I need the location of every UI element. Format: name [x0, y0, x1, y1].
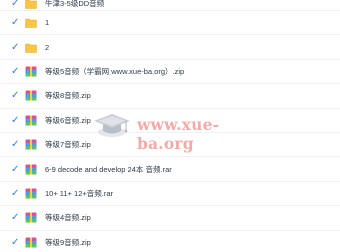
file-name[interactable]: 等级5音频（学霸网 www.xue-ba.org）.zip	[45, 66, 184, 77]
checkbox-checked-icon[interactable]: ✓	[11, 115, 20, 125]
file-list: ✓ 牛津3-5级DD音频 ✓ 1 ✓ 2 ✓ 等级5音频（学霸网 www.xue…	[0, 0, 340, 252]
archive-icon	[25, 115, 37, 126]
checkbox-checked-icon[interactable]: ✓	[11, 66, 20, 76]
checkbox-checked-icon[interactable]: ✓	[11, 91, 20, 101]
file-row[interactable]: ✓ 等级4音频.zip	[0, 206, 340, 231]
file-name[interactable]: 等级7音频.zip	[45, 139, 91, 150]
file-row[interactable]: ✓ 2	[0, 35, 340, 60]
file-name[interactable]: 等级9音频.zip	[45, 237, 91, 248]
checkbox-checked-icon[interactable]: ✓	[11, 237, 20, 247]
file-name[interactable]: 2	[45, 43, 49, 52]
checkbox-checked-icon[interactable]: ✓	[11, 42, 20, 52]
file-name[interactable]: 6-9 decode and develop 24本 音频.rar	[45, 164, 172, 175]
folder-icon	[25, 18, 37, 28]
checkbox-checked-icon[interactable]: ✓	[11, 164, 20, 174]
file-row[interactable]: ✓ 10+ 11+ 12+音频.rar	[0, 182, 340, 207]
archive-icon	[25, 66, 37, 77]
checkbox-checked-icon[interactable]: ✓	[11, 188, 20, 198]
archive-icon	[25, 188, 37, 199]
file-row[interactable]: ✓ 牛津3-5级DD音频	[0, 0, 340, 11]
file-row[interactable]: ✓ 6-9 decode and develop 24本 音频.rar	[0, 157, 340, 182]
archive-icon	[25, 237, 37, 248]
file-row[interactable]: ✓ 等级5音频（学霸网 www.xue-ba.org）.zip	[0, 60, 340, 85]
file-name[interactable]: 10+ 11+ 12+音频.rar	[45, 188, 113, 199]
file-name[interactable]: 等级8音频.zip	[45, 90, 91, 101]
file-name[interactable]: 1	[45, 18, 49, 27]
file-name[interactable]: 等级4音频.zip	[45, 212, 91, 223]
file-row[interactable]: ✓ 等级6音频.zip	[0, 109, 340, 133]
file-row[interactable]: ✓ 等级8音频.zip	[0, 84, 340, 109]
checkbox-checked-icon[interactable]: ✓	[11, 140, 20, 150]
archive-icon	[25, 164, 37, 175]
folder-icon	[25, 0, 37, 9]
file-row[interactable]: ✓ 等级7音频.zip	[0, 133, 340, 158]
checkbox-checked-icon[interactable]: ✓	[11, 18, 20, 28]
archive-icon	[25, 90, 37, 101]
checkbox-checked-icon[interactable]: ✓	[11, 0, 20, 9]
archive-icon	[25, 212, 37, 223]
file-row[interactable]: ✓ 等级9音频.zip	[0, 231, 340, 252]
folder-icon	[25, 43, 37, 53]
file-row[interactable]: ✓ 1	[0, 11, 340, 36]
file-name[interactable]: 牛津3-5级DD音频	[45, 0, 104, 9]
archive-icon	[25, 139, 37, 150]
checkbox-checked-icon[interactable]: ✓	[11, 213, 20, 223]
file-name[interactable]: 等级6音频.zip	[45, 115, 91, 126]
